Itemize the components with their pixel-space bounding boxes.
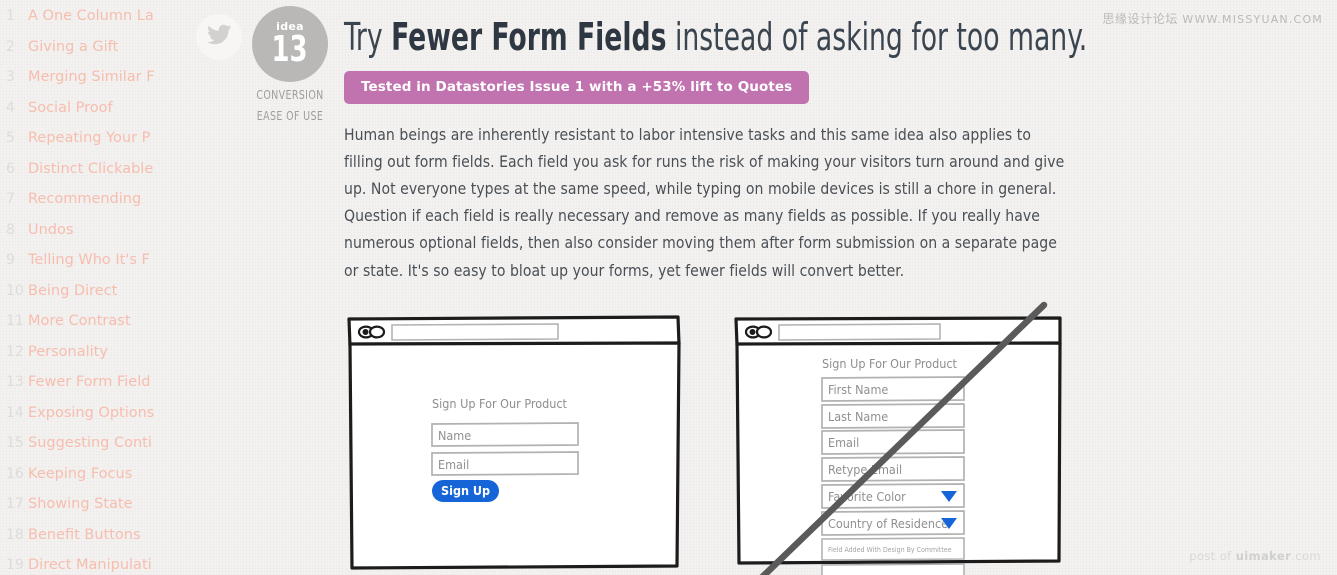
sidebar-item-label: Giving a Gift <box>28 38 119 55</box>
sidebar-item-number: 2 <box>6 38 15 55</box>
sidebar-item-number: 3 <box>6 69 15 85</box>
headline-emphasis: Fewer Form Fields <box>391 15 667 59</box>
browser-button-empty <box>368 325 386 339</box>
sidebar-item-11[interactable]: 11 More Contrast <box>0 313 180 344</box>
sidebar-idea-list: 1 A One Column La 2 Giving a Gift 3 Merg… <box>0 0 180 575</box>
idea-number-badge: idea 13 <box>252 6 328 82</box>
sidebar-item-13[interactable]: 13 Fewer Form Field <box>0 374 180 405</box>
watermark-top-chinese: 思缘设计论坛 <box>1102 12 1178 26</box>
sidebar-item-9[interactable]: 9 Telling Who It's F <box>0 252 180 283</box>
sidebar-item-number: 18 <box>6 526 24 543</box>
sidebar-item-number: 12 <box>6 343 24 360</box>
sidebar-item-label: Keeping Focus <box>28 465 133 482</box>
meta-label-conversion: CONVERSION <box>256 88 324 102</box>
sidebar-item-number: 15 <box>6 435 24 451</box>
watermark-bottom: post of uimaker.com <box>1189 549 1321 563</box>
sidebar-item-number: 11 <box>6 313 24 329</box>
sidebar-item-6[interactable]: 6 Distinct Clickable <box>0 161 180 192</box>
sidebar-item-16[interactable]: 16 Keeping Focus <box>0 466 180 497</box>
page-title: Try Fewer Form Fields instead of asking … <box>344 0 1087 59</box>
wireframe-bad-extra-field-label: Field Added With Design By Committee <box>828 546 952 554</box>
sidebar-item-5[interactable]: 5 Repeating Your P <box>0 130 180 161</box>
sidebar-item-2[interactable]: 2 Giving a Gift <box>0 39 180 70</box>
sidebar-item-number: 4 <box>6 99 15 116</box>
wireframe-good-submit-label: Sign Up <box>441 483 490 498</box>
watermark-bottom-prefix: post of <box>1189 549 1236 563</box>
sidebar-item-number: 10 <box>6 282 24 299</box>
sidebar-item-label: Merging Similar F <box>28 69 155 85</box>
sidebar-item-number: 14 <box>6 404 24 421</box>
sidebar-item-label: Fewer Form Field <box>28 374 151 390</box>
sidebar-item-label: More Contrast <box>28 313 131 329</box>
sidebar-item-7[interactable]: 7 Recommending <box>0 191 180 222</box>
headline-suffix: instead of asking for too many. <box>666 15 1088 59</box>
tested-result-badge: Tested in Datastories Issue 1 with a +53… <box>344 70 810 104</box>
sidebar-item-label: Recommending <box>28 191 142 207</box>
wireframe-bad-field-label-6: Country of Residence <box>828 516 948 531</box>
sidebar-item-4[interactable]: 4 Social Proof <box>0 100 180 131</box>
wireframe-bad-field-label-3: Email <box>828 435 859 450</box>
twitter-share-button[interactable] <box>196 14 242 60</box>
wireframe-bad-example: Sign Up For Our Product First Name Last … <box>726 301 1062 575</box>
watermark-top-url: WWW.MISSYUAN.COM <box>1182 13 1323 26</box>
sidebar-item-18[interactable]: 18 Benefit Buttons <box>0 527 180 558</box>
wireframe-good-field-label-1: Name <box>438 428 471 443</box>
sidebar-item-label: Suggesting Conti <box>28 435 152 451</box>
sidebar-item-label: A One Column La <box>28 8 154 24</box>
wireframe-good-form-title: Sign Up For Our Product <box>432 396 568 411</box>
page-root: 1 A One Column La 2 Giving a Gift 3 Merg… <box>0 0 1337 575</box>
sidebar-item-label: Social Proof <box>28 99 113 116</box>
sidebar-item-label: Showing State <box>28 496 133 512</box>
main-content: Try Fewer Form Fields instead of asking … <box>344 0 1087 285</box>
sidebar-item-label: Direct Manipulati <box>28 557 152 573</box>
sidebar-item-label: Benefit Buttons <box>28 526 141 543</box>
body-paragraph: Human beings are inherently resistant to… <box>344 125 1065 280</box>
wireframe-bad-field-label-1: First Name <box>828 382 888 397</box>
wireframe-good-field-label-2: Email <box>438 457 469 472</box>
sidebar-item-14[interactable]: 14 Exposing Options <box>0 405 180 436</box>
wireframe-bad-field-label-2: Last Name <box>828 409 888 424</box>
sidebar-item-8[interactable]: 8 Undos <box>0 222 180 253</box>
sidebar-item-number: 16 <box>6 465 24 482</box>
sidebar-item-12[interactable]: 12 Personality <box>0 344 180 375</box>
sidebar-item-17[interactable]: 17 Showing State <box>0 496 180 527</box>
wireframe-good-example: Sign Up For Our Product Name Email Sign … <box>346 313 682 573</box>
sidebar-item-19[interactable]: 19 Direct Manipulati <box>0 557 180 575</box>
sidebar-item-number: 19 <box>6 557 24 573</box>
sidebar-item-label: Distinct Clickable <box>28 160 154 177</box>
sidebar-item-1[interactable]: 1 A One Column La <box>0 8 180 39</box>
sidebar-item-number: 17 <box>6 496 24 512</box>
wireframe-bad-form-title: Sign Up For Our Product <box>822 356 958 371</box>
sidebar-item-label: Repeating Your P <box>28 130 151 146</box>
sidebar-item-number: 7 <box>6 191 15 207</box>
sidebar-item-number: 9 <box>6 252 15 268</box>
sidebar-item-15[interactable]: 15 Suggesting Conti <box>0 435 180 466</box>
idea-number-value: 13 <box>271 28 309 70</box>
sidebar-item-number: 1 <box>6 8 15 24</box>
sidebar-item-number: 6 <box>6 160 15 177</box>
sidebar-item-number: 8 <box>6 221 15 238</box>
watermark-bottom-suffix: .com <box>1291 549 1321 563</box>
sidebar-item-3[interactable]: 3 Merging Similar F <box>0 69 180 100</box>
wireframe-comparison: Sign Up For Our Product Name Email Sign … <box>344 301 1074 575</box>
sidebar-item-label: Being Direct <box>28 282 118 299</box>
watermark-bottom-brand: uimaker <box>1235 549 1292 563</box>
sidebar-item-number: 5 <box>6 130 15 146</box>
twitter-bird-icon <box>206 22 232 53</box>
sidebar-item-10[interactable]: 10 Being Direct <box>0 283 180 314</box>
sidebar-item-label: Exposing Options <box>28 404 155 421</box>
browser-address-bar <box>391 323 559 341</box>
sidebar-item-number: 13 <box>6 374 24 390</box>
sidebar-item-label: Telling Who It's F <box>28 252 150 268</box>
watermark-top: 思缘设计论坛 WWW.MISSYUAN.COM <box>1102 10 1323 27</box>
meta-label-ease-of-use: EASE OF USE <box>256 109 324 123</box>
sidebar-item-label: Personality <box>28 343 108 360</box>
headline-prefix: Try <box>344 15 392 59</box>
sidebar-item-label: Undos <box>28 221 74 238</box>
